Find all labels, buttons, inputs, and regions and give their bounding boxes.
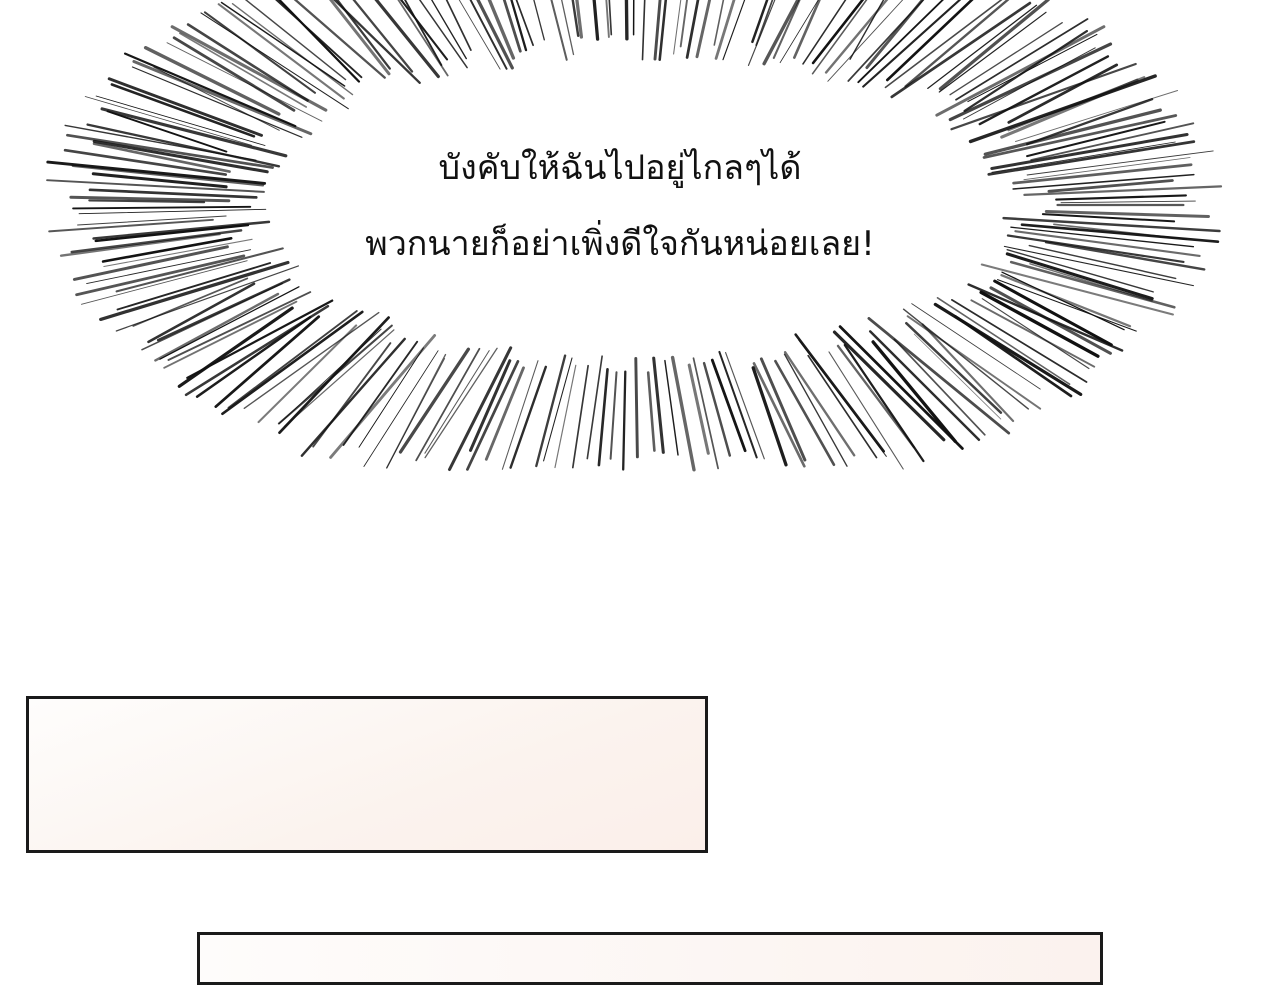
speed-line bbox=[624, 0, 629, 41]
speed-line bbox=[652, 356, 665, 454]
comic-panel-2 bbox=[197, 932, 1103, 985]
speed-line bbox=[783, 353, 848, 467]
speed-line bbox=[231, 3, 354, 96]
speed-line bbox=[163, 300, 298, 369]
speed-line bbox=[725, 352, 765, 460]
speed-line bbox=[609, 371, 618, 460]
speed-line bbox=[335, 0, 391, 70]
speed-line bbox=[1001, 271, 1125, 331]
speed-line bbox=[868, 330, 981, 442]
speed-line bbox=[622, 370, 627, 471]
speed-line bbox=[466, 360, 520, 471]
speed-line bbox=[646, 371, 656, 452]
speed-line bbox=[967, 33, 1098, 103]
speech-line-1: บังคับให้ฉันไปอยู่ไกลๆได้ bbox=[438, 148, 802, 188]
speed-line bbox=[658, 0, 668, 61]
speech-line-2: พวกนายก็อย่าเพิ่งดีใจกันหน่อยเลย! bbox=[365, 224, 875, 264]
comic-panel-1 bbox=[26, 696, 708, 853]
speed-line bbox=[811, 0, 868, 75]
speed-line bbox=[72, 205, 252, 210]
speed-line bbox=[953, 315, 1073, 398]
speed-line bbox=[550, 0, 568, 61]
speed-line bbox=[1055, 194, 1187, 201]
speed-line bbox=[904, 0, 1010, 88]
speed-line bbox=[92, 220, 271, 240]
speed-line bbox=[827, 0, 904, 82]
speed-line bbox=[535, 354, 567, 468]
speed-line bbox=[415, 347, 481, 462]
speed-line bbox=[1002, 216, 1221, 233]
speed-line bbox=[78, 208, 267, 215]
speed-line bbox=[592, 0, 600, 41]
speed-line bbox=[561, 0, 575, 56]
speed-line bbox=[1060, 200, 1196, 204]
speed-line bbox=[828, 351, 904, 470]
speed-line bbox=[571, 364, 589, 469]
speed-line bbox=[685, 0, 700, 59]
speed-line bbox=[692, 357, 719, 470]
speed-line bbox=[605, 0, 610, 38]
speed-line bbox=[714, 0, 736, 60]
speech-bubble: บังคับให้ฉันไปอยู่ไกลๆได้ พวกนายก็อย่าเพ… bbox=[280, 130, 960, 282]
speed-line bbox=[632, 0, 635, 36]
speed-line bbox=[807, 354, 878, 459]
speed-line bbox=[424, 347, 498, 459]
speed-line bbox=[597, 367, 609, 467]
speed-line bbox=[710, 358, 747, 453]
speed-line bbox=[641, 0, 646, 61]
speed-line bbox=[543, 357, 573, 462]
speed-line bbox=[469, 359, 512, 452]
speed-line bbox=[634, 357, 639, 459]
speed-line bbox=[66, 133, 274, 169]
speed-line bbox=[107, 77, 263, 137]
speed-line bbox=[1009, 260, 1176, 309]
